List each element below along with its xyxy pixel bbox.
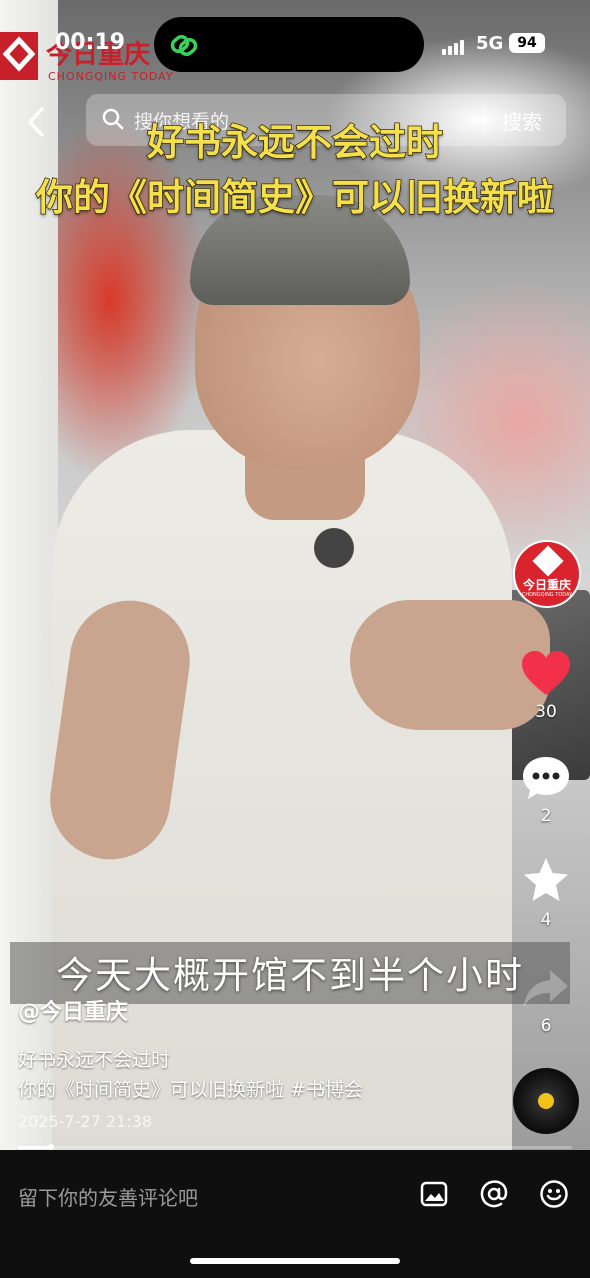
video-caption-title: 好书永远不会过时: [146, 120, 444, 165]
avatar-name: 今日重庆: [522, 578, 571, 592]
mention-icon[interactable]: [478, 1178, 510, 1210]
share-count: 6: [540, 1016, 552, 1036]
avatar-subtitle: CHONGQING TODAY: [521, 592, 573, 598]
video-progress-fill: [18, 1146, 52, 1149]
comment-icon: [523, 757, 569, 799]
post-description-line1: 好书永远不会过时: [18, 1049, 171, 1071]
home-indicator: [190, 1258, 400, 1264]
author-name[interactable]: @今日重庆: [18, 994, 128, 1026]
favorite-count: 4: [540, 910, 552, 930]
post-description-line2[interactable]: 你的《时间简史》可以旧换新啦 #书博会: [18, 1075, 363, 1102]
network-type: 5G: [476, 33, 504, 54]
battery-level: 94: [509, 33, 545, 53]
post-date: 2025-7-27 21:38: [18, 1112, 152, 1131]
video-caption-subtitle: 你的《时间简史》可以旧换新啦: [35, 175, 555, 220]
comment-button[interactable]: 2: [510, 754, 582, 826]
like-count: 30: [535, 702, 557, 722]
image-icon[interactable]: [418, 1178, 450, 1210]
like-button[interactable]: 30: [510, 650, 582, 722]
link-icon: [170, 34, 198, 57]
favorite-button[interactable]: 4: [510, 856, 582, 930]
video-subtitle: 今天大概开馆不到半个小时: [56, 954, 524, 997]
video-progress-bar[interactable]: [18, 1144, 572, 1150]
author-avatar[interactable]: 今日重庆 CHONGQING TODAY: [513, 540, 581, 608]
signal-icon: [442, 36, 466, 55]
music-disc-center: [538, 1093, 554, 1109]
brand-logo-icon: [532, 545, 564, 577]
star-icon: [524, 858, 568, 901]
status-bar: 00:19 5G 94: [0, 0, 590, 85]
music-disc[interactable]: [513, 1068, 579, 1134]
dynamic-island: [154, 17, 424, 72]
comment-bar: 留下你的友善评论吧: [0, 1150, 590, 1278]
emoji-icon[interactable]: [538, 1178, 570, 1210]
comment-count: 2: [540, 806, 552, 826]
status-time: 00:19: [55, 30, 126, 55]
lapel-mic: [314, 528, 354, 568]
heart-icon: [522, 651, 570, 695]
comment-input[interactable]: 留下你的友善评论吧: [18, 1182, 198, 1211]
